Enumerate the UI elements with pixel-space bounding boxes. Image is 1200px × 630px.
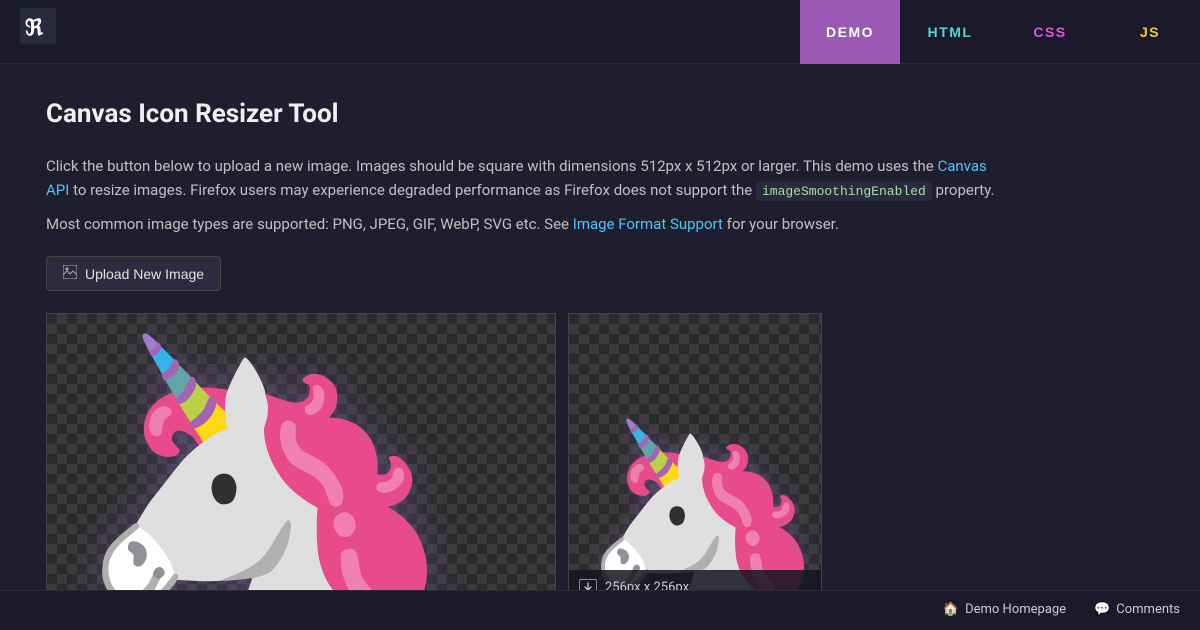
bottom-bar: 🏠 Demo Homepage 💬 Comments [0,590,1200,630]
description-line2: Most common image types are supported: P… [46,212,1006,236]
comments-icon: 💬 [1094,600,1110,621]
inline-code: imageSmoothingEnabled [756,182,932,201]
tab-js[interactable]: JS [1100,0,1200,64]
small-image-panel: 🦄 256px x 256px [568,313,822,607]
description-line1: Click the button below to upload a new i… [46,154,1006,203]
page-title: Canvas Icon Resizer Tool [46,94,1154,136]
large-unicorn-image: 🦄 [67,346,465,607]
upload-icon [63,265,77,282]
upload-button[interactable]: Upload New Image [46,256,221,291]
tab-css[interactable]: CSS [1000,0,1100,64]
home-icon: 🏠 [943,600,959,621]
svg-text:ℜ: ℜ [25,15,44,40]
tab-html[interactable]: HTML [900,0,1000,64]
main-content: Canvas Icon Resizer Tool Click the butto… [0,64,1200,627]
tab-demo[interactable]: DEMO [800,0,900,64]
navigation: ℜ DEMO HTML CSS JS [0,0,1200,64]
site-logo: ℜ [20,8,56,55]
large-image-panel: 🦄 [46,313,556,607]
image-format-link[interactable]: Image Format Support [573,215,723,233]
demo-homepage-link[interactable]: 🏠 Demo Homepage [943,600,1066,621]
comments-link[interactable]: 💬 Comments [1094,600,1180,621]
image-panels: 🦄 🦄 256px x 256px [46,313,1154,607]
